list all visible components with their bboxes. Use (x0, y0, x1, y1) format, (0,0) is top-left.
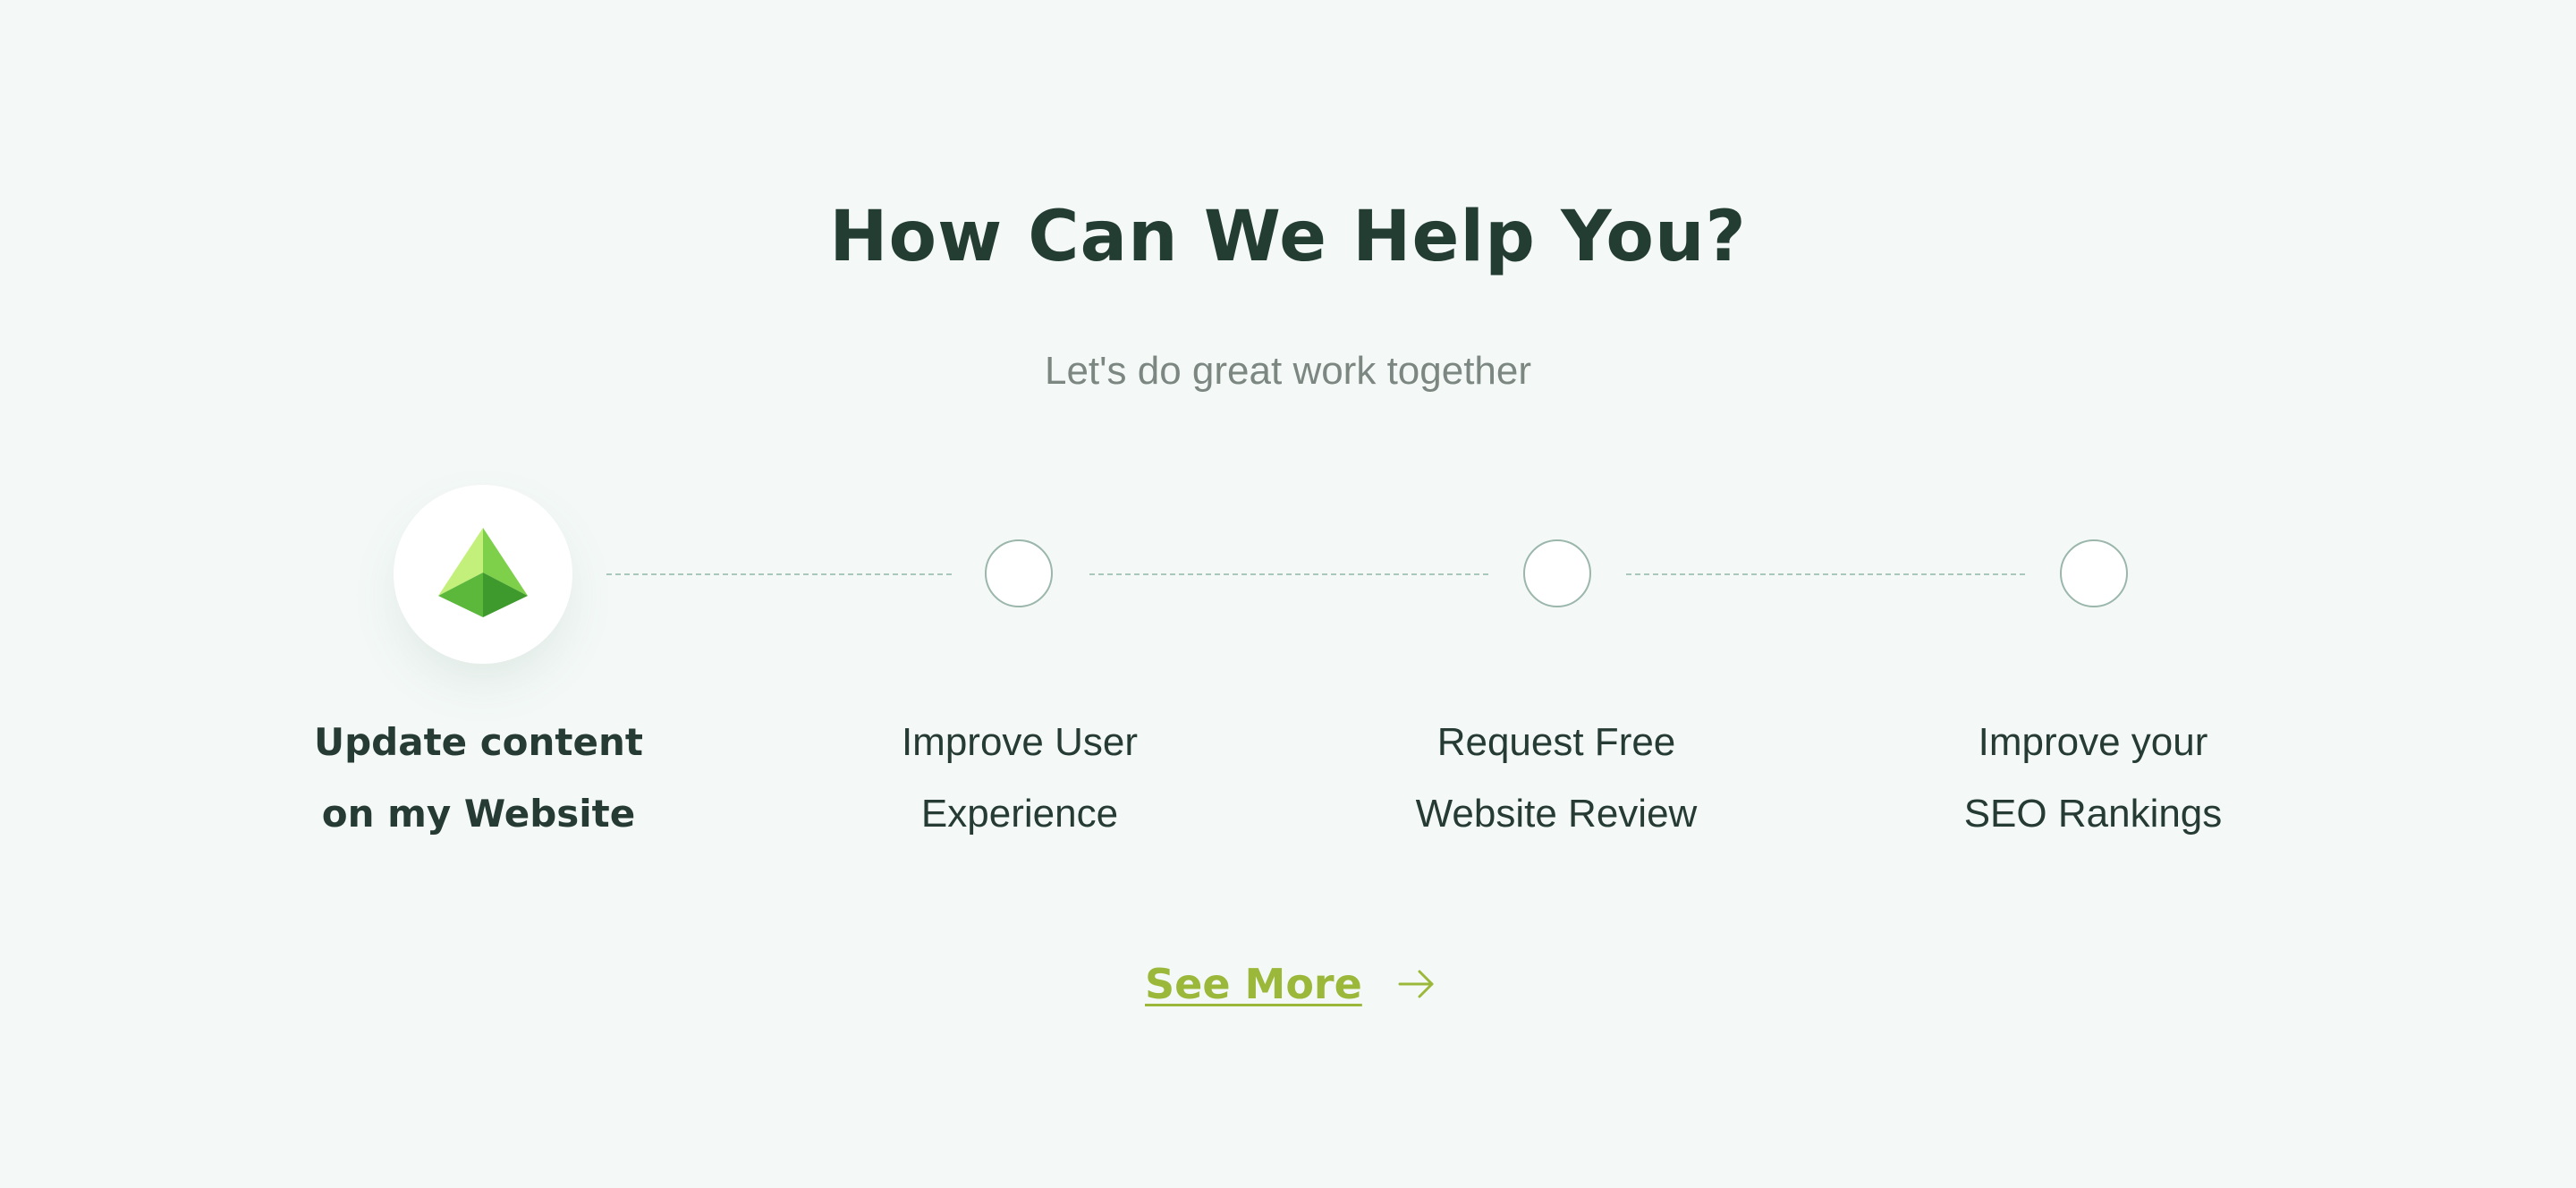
step-4-label-line-1: Improve your (1978, 720, 2208, 764)
section-subtitle: Let's do great work together (1044, 349, 1532, 393)
see-more-label: See More (1145, 960, 1362, 1008)
step-connector (1626, 573, 2025, 575)
step-2-label-line-1: Improve User (901, 720, 1139, 764)
step-3-marker[interactable] (1523, 539, 1591, 607)
step-2-label[interactable]: Improve User Experience (832, 707, 1208, 850)
step-3-label[interactable]: Request Free Website Review (1368, 707, 1744, 850)
step-3-label-line-2: Website Review (1415, 792, 1698, 836)
step-2-marker[interactable] (985, 539, 1053, 607)
step-connector (606, 573, 952, 575)
step-4-label[interactable]: Improve your SEO Rankings (1905, 707, 2281, 850)
step-1-label[interactable]: Update content on my Website (291, 707, 666, 850)
step-1-marker-active[interactable] (394, 485, 572, 664)
step-1-label-line-1: Update content (314, 720, 643, 764)
section-title: How Can We Help You? (829, 197, 1747, 277)
step-connector (1089, 573, 1488, 575)
see-more-link[interactable]: See More (1145, 948, 1449, 1020)
step-4-marker[interactable] (2060, 539, 2128, 607)
step-3-label-line-1: Request Free (1436, 720, 1676, 764)
pyramid-icon (438, 528, 528, 617)
step-2-label-line-2: Experience (920, 792, 1119, 836)
arrow-right-icon (1398, 970, 1434, 998)
step-1-label-line-2: on my Website (321, 792, 636, 836)
step-4-label-line-2: SEO Rankings (1963, 792, 2223, 836)
